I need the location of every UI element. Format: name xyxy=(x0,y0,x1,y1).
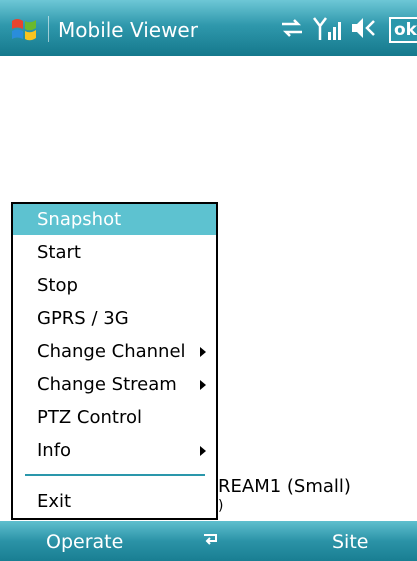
operate-menu: Snapshot Start Stop GPRS / 3G Change Cha… xyxy=(11,202,218,520)
title-bar: Mobile Viewer ok xyxy=(0,0,417,56)
volume-icon[interactable] xyxy=(350,14,380,42)
menu-item-info[interactable]: Info xyxy=(13,435,216,466)
operate-softkey[interactable]: Operate xyxy=(46,531,123,553)
menu-item-stop[interactable]: Stop xyxy=(13,270,216,301)
submenu-arrow-icon xyxy=(200,446,206,456)
submenu-arrow-icon xyxy=(200,380,206,390)
submenu-arrow-icon xyxy=(200,347,206,357)
menu-item-start[interactable]: Start xyxy=(13,237,216,268)
connectivity-icon[interactable] xyxy=(278,14,306,42)
signal-strength-icon[interactable] xyxy=(312,14,342,44)
menu-item-gprs-3g[interactable]: GPRS / 3G xyxy=(13,303,216,334)
app-title: Mobile Viewer xyxy=(58,18,198,42)
title-separator xyxy=(48,16,49,42)
menu-item-snapshot[interactable]: Snapshot xyxy=(13,204,216,235)
menu-item-label: Snapshot xyxy=(37,209,122,230)
menu-item-label: GPRS / 3G xyxy=(37,308,129,329)
site-softkey[interactable]: Site xyxy=(332,531,368,553)
menu-item-label: PTZ Control xyxy=(37,407,142,428)
menu-item-exit[interactable]: Exit xyxy=(13,486,216,517)
menu-item-label: Start xyxy=(37,242,81,263)
input-panel-icon[interactable] xyxy=(200,532,220,548)
stream-label-fragment: ) xyxy=(218,498,224,514)
menu-item-label: Exit xyxy=(37,491,72,512)
menu-item-change-channel[interactable]: Change Channel xyxy=(13,336,216,367)
menu-item-label: Change Channel xyxy=(37,341,186,362)
stream-label: REAM1 (Small) xyxy=(218,476,351,497)
menu-item-label: Info xyxy=(37,440,72,461)
menu-item-change-stream[interactable]: Change Stream xyxy=(13,369,216,400)
ok-button[interactable]: ok xyxy=(389,17,417,43)
menu-item-ptz-control[interactable]: PTZ Control xyxy=(13,402,216,433)
menu-item-label: Change Stream xyxy=(37,374,177,395)
softkey-bar: Operate Site xyxy=(0,521,417,561)
menu-separator xyxy=(25,474,205,476)
start-menu-icon[interactable] xyxy=(8,14,40,46)
menu-item-label: Stop xyxy=(37,275,78,296)
